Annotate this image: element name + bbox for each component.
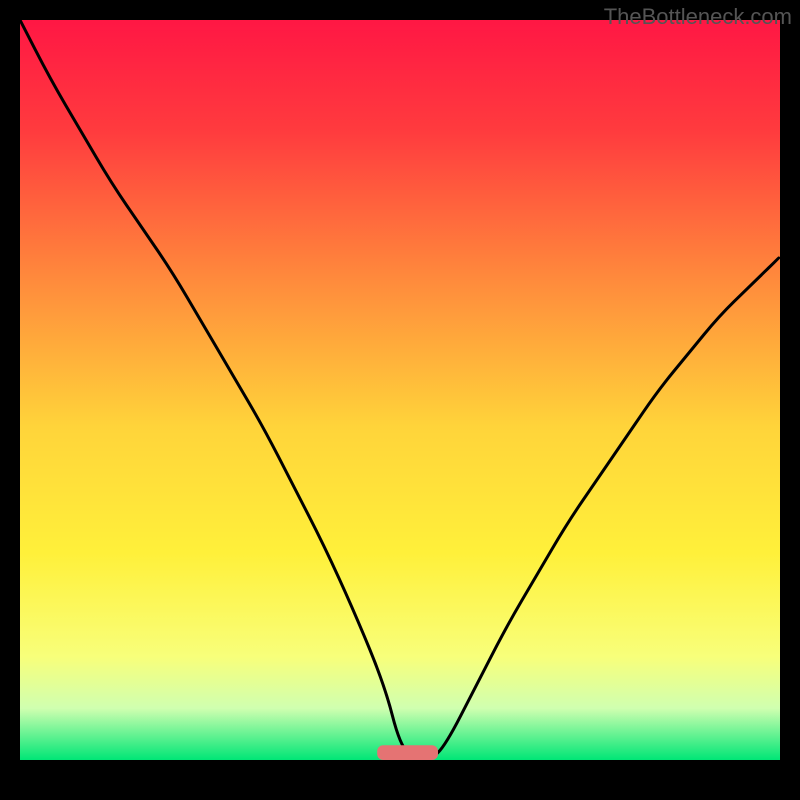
chart-container: TheBottleneck.com (0, 0, 800, 800)
watermark-text: TheBottleneck.com (604, 4, 792, 30)
bottleneck-marker (377, 745, 438, 760)
plot-area (20, 20, 780, 760)
chart-svg (20, 20, 780, 760)
gradient-background (20, 20, 780, 760)
